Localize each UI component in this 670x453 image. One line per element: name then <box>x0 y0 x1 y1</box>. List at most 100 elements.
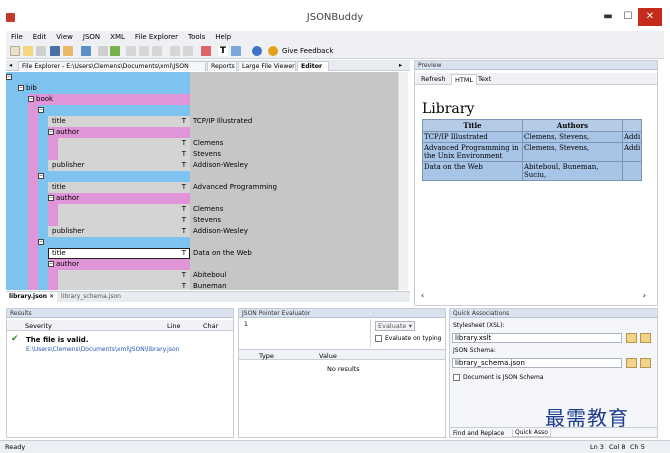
menu-tools[interactable]: Tools <box>183 33 210 41</box>
grid-author-cell[interactable]: − author <box>48 127 190 138</box>
tab-html[interactable]: HTML <box>451 74 478 85</box>
tab-scroll-left-icon[interactable]: ◂ <box>6 61 16 71</box>
menu-view[interactable]: View <box>51 33 78 41</box>
pretty-print-icon[interactable] <box>201 46 211 56</box>
edit-file-icon[interactable] <box>640 358 651 368</box>
menu-help[interactable]: Help <box>210 33 236 41</box>
preview-horizontal-scrollbar[interactable]: ‹ › <box>421 291 646 301</box>
column-severity[interactable]: Severity <box>25 322 52 330</box>
grid-value-cell[interactable]: Buneman <box>190 281 404 290</box>
menu-xml[interactable]: XML <box>105 33 130 41</box>
scroll-right-icon[interactable]: › <box>643 291 646 300</box>
tab-reports[interactable]: Reports <box>207 61 237 71</box>
tab-editor[interactable]: Editor <box>297 61 329 71</box>
column-type[interactable]: Type <box>259 352 274 360</box>
paste-icon[interactable] <box>152 46 162 56</box>
copy-icon[interactable] <box>139 46 149 56</box>
close-button[interactable]: ✕ <box>638 8 662 26</box>
grid-value-cell[interactable]: Clemens <box>190 138 404 149</box>
collapse-icon[interactable]: − <box>6 74 12 80</box>
help-icon[interactable] <box>252 46 262 56</box>
collapse-icon[interactable]: − <box>48 261 54 267</box>
grid-value-cell[interactable]: Stevens <box>190 215 404 226</box>
grid-array-item-cell[interactable]: − <box>38 171 190 182</box>
settings-icon[interactable] <box>268 46 278 56</box>
bib-key[interactable]: bib <box>26 84 37 92</box>
open-folder-icon[interactable] <box>23 46 33 56</box>
collapse-icon[interactable]: − <box>48 129 54 135</box>
grid-value-cell[interactable]: TCP/IP Illustrated <box>190 116 404 127</box>
collapse-icon[interactable]: − <box>38 239 44 245</box>
tab-file-explorer[interactable]: File Explorer - E:\Users\Clemens\Documen… <box>18 61 206 71</box>
scroll-left-icon[interactable]: ‹ <box>421 291 424 300</box>
grid-view-icon[interactable] <box>231 46 241 56</box>
grid-value-cell[interactable]: Stevens <box>190 149 404 160</box>
undo-icon[interactable] <box>170 46 180 56</box>
grid-author-cell[interactable]: − author <box>48 193 190 204</box>
grid-value-cell[interactable]: Addison-Wesley <box>190 160 404 171</box>
grid-key-cell[interactable]: T <box>58 149 190 160</box>
new-file-icon[interactable] <box>10 46 20 56</box>
find-icon[interactable] <box>98 46 108 56</box>
give-feedback-button[interactable]: Give Feedback <box>282 45 333 57</box>
stylesheet-input[interactable]: library.xslt <box>452 333 622 343</box>
grid-key-cell[interactable]: title T <box>48 116 190 127</box>
print-icon[interactable] <box>81 46 91 56</box>
json-grid-editor[interactable]: − − bib − book − title T TCP/IP Illustrated −… <box>6 72 404 290</box>
grid-value-cell[interactable]: Data on the Web <box>190 248 404 259</box>
evaluate-on-typing-checkbox[interactable] <box>375 335 382 342</box>
collapse-icon[interactable]: − <box>38 107 44 113</box>
grid-key-cell[interactable]: title T <box>48 248 190 259</box>
collapse-icon[interactable]: − <box>28 96 34 102</box>
refresh-button[interactable]: Refresh <box>418 74 449 85</box>
grid-author-cell[interactable]: − author <box>48 259 190 270</box>
menu-json[interactable]: JSON <box>78 33 105 41</box>
menu-file-explorer[interactable]: File Explorer <box>130 33 183 41</box>
grid-value-cell[interactable]: Abiteboul <box>190 270 404 281</box>
tab-scroll-right-icon[interactable]: ▸ <box>396 61 406 71</box>
tab-text[interactable]: Text <box>475 74 494 85</box>
grid-key-cell[interactable]: publisher T <box>48 160 190 171</box>
grid-value-cell[interactable]: Advanced Programming <box>190 182 404 193</box>
grid-vertical-scrollbar[interactable] <box>398 72 408 290</box>
save-all-icon[interactable] <box>63 46 73 56</box>
grid-key-cell[interactable]: T <box>58 215 190 226</box>
book-key[interactable]: book <box>36 95 53 103</box>
browse-folder-icon[interactable] <box>626 333 637 343</box>
file-tab-library-schema[interactable]: library_schema.json <box>58 292 124 302</box>
grid-value-cell[interactable]: Addison-Wesley <box>190 226 404 237</box>
schema-input[interactable]: library_schema.json <box>452 358 622 368</box>
grid-key-cell[interactable]: T <box>58 281 190 290</box>
grid-key-cell[interactable]: T <box>58 204 190 215</box>
edit-file-icon[interactable] <box>640 333 651 343</box>
column-line[interactable]: Line <box>167 322 181 330</box>
collapse-icon[interactable]: − <box>48 195 54 201</box>
result-path-link[interactable]: E:\Users\Clemens\Documents\xml\JSON\libr… <box>26 346 179 353</box>
text-view-icon[interactable]: T <box>218 46 228 56</box>
tab-find-replace[interactable]: Find and Replace <box>453 430 504 437</box>
maximize-button[interactable]: ☐ <box>618 8 638 26</box>
grid-key-cell[interactable]: publisher T <box>48 226 190 237</box>
document-is-schema-checkbox[interactable] <box>453 374 460 381</box>
grid-key-cell[interactable]: T <box>58 270 190 281</box>
column-char[interactable]: Char <box>203 322 218 330</box>
file-tab-library-json[interactable]: library.json ✕ <box>6 292 58 302</box>
validate-icon[interactable] <box>110 46 120 56</box>
collapse-icon[interactable]: − <box>38 173 44 179</box>
close-tab-icon[interactable]: ✕ <box>47 293 54 300</box>
browse-folder-icon[interactable] <box>626 358 637 368</box>
grid-key-cell[interactable]: title T <box>48 182 190 193</box>
grid-key-cell[interactable]: T <box>58 138 190 149</box>
redo-icon[interactable] <box>183 46 193 56</box>
save-icon[interactable] <box>50 46 60 56</box>
cut-icon[interactable] <box>126 46 136 56</box>
pointer-input[interactable]: 1 <box>239 319 371 347</box>
column-value[interactable]: Value <box>319 352 337 360</box>
tab-large-file-viewer[interactable]: Large File Viewer <box>238 61 296 71</box>
evaluate-dropdown[interactable]: Evaluate ▾ <box>375 321 415 331</box>
open-icon[interactable] <box>36 46 46 56</box>
collapse-icon[interactable]: − <box>18 85 24 91</box>
menu-file[interactable]: File <box>6 33 28 41</box>
result-message[interactable]: The file is valid. <box>26 336 88 344</box>
menu-edit[interactable]: Edit <box>28 33 52 41</box>
